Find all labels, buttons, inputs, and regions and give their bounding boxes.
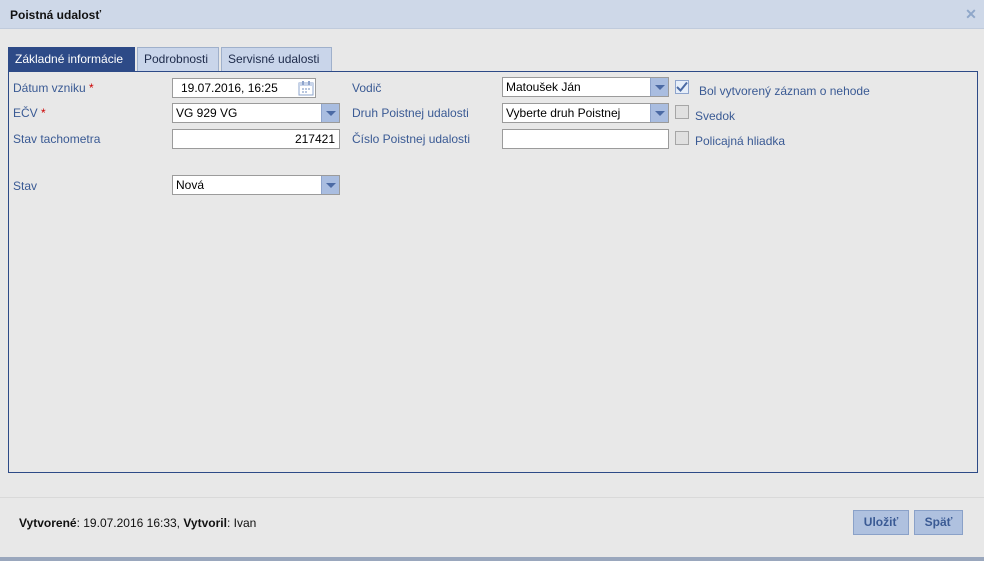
chevron-down-icon[interactable] [650,78,668,96]
footer-divider [0,497,984,498]
chevron-down-icon[interactable] [650,104,668,122]
created-value: : 19.07.2016 16:33, [76,516,184,530]
form-panel [8,71,978,473]
stav-tachometra-label: Stav tachometra [13,132,101,146]
stav-tachometra-field[interactable]: 217421 [172,129,340,149]
cislo-poistnej-udalosti-label: Číslo Poistnej udalosti [352,132,471,146]
tab-podrobnosti[interactable]: Podrobnosti [137,47,219,71]
datum-vzniku-label: Dátum vzniku * [13,81,94,95]
zaznam-o-nehode-label: Bol vytvorený záznam o nehode [699,84,870,98]
back-button[interactable]: Späť [914,510,963,535]
tab-zakladne-informacie[interactable]: Základné informácie [8,47,135,71]
zaznam-o-nehode-checkbox[interactable] [675,80,689,94]
calendar-icon[interactable] [298,80,314,96]
ecv-select[interactable]: VG 929 VG [172,103,340,123]
stav-label: Stav [13,179,38,193]
cislo-poistnej-udalosti-field[interactable] [502,129,669,149]
datum-vzniku-field[interactable]: 19.07.2016, 16:25 [172,78,316,98]
window-titlebar: Poistná udalosť ✕ [0,0,984,29]
save-button[interactable]: Uložiť [853,510,909,535]
checkmark-icon [676,81,688,92]
vodic-select[interactable]: Matoušek Ján [502,77,669,97]
window-bottom-border [0,557,984,561]
required-marker: * [89,81,94,95]
stav-select[interactable]: Nová [172,175,340,195]
close-icon[interactable]: ✕ [965,7,977,21]
svedok-checkbox[interactable] [675,105,689,119]
created-label: Vytvorené [19,516,77,530]
policajna-hliadka-checkbox[interactable] [675,131,689,145]
chevron-down-icon[interactable] [321,176,339,194]
footer-audit-info: Vytvorené: 19.07.2016 16:33, Vytvoril: I… [19,516,256,530]
required-marker: * [41,106,46,120]
druh-poistnej-udalosti-label: Druh Poistnej udalosti [352,106,469,120]
druh-poistnej-udalosti-select[interactable]: Vyberte druh Poistnej [502,103,669,123]
tab-servisne-udalosti[interactable]: Servisné udalosti [221,47,332,71]
vodic-label: Vodič [352,81,382,95]
chevron-down-icon[interactable] [321,104,339,122]
policajna-hliadka-label: Policajná hliadka [695,134,786,148]
created-by-value: : Ivan [226,516,257,530]
created-by-label: Vytvoril [183,516,227,530]
window-title: Poistná udalosť [10,8,102,22]
svedok-label: Svedok [695,109,736,123]
ecv-label: EČV * [13,106,46,120]
